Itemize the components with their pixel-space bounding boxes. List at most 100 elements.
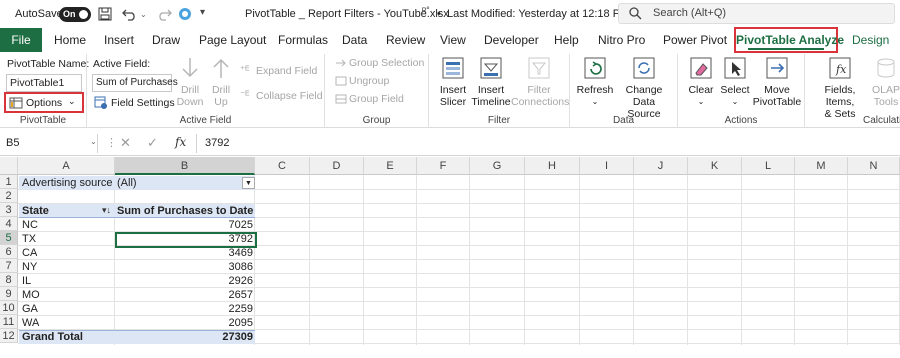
column-header-g[interactable]: G	[470, 157, 525, 175]
column-header-l[interactable]: L	[742, 157, 795, 175]
autosave-toggle[interactable]: On	[59, 7, 91, 22]
options-button[interactable]: Options ⌄	[4, 92, 84, 113]
tab-view[interactable]: View	[440, 28, 466, 52]
row-header-12[interactable]: 12	[0, 329, 18, 343]
expand-field-button[interactable]: Expand Field	[256, 65, 317, 77]
column-header-f[interactable]: F	[417, 157, 470, 175]
save-icon[interactable]	[98, 7, 112, 24]
row-header-5[interactable]: 5	[0, 231, 18, 245]
enter-icon[interactable]: ✓	[147, 135, 158, 151]
tab-draw[interactable]: Draw	[152, 28, 180, 52]
tab-developer[interactable]: Developer	[484, 28, 539, 52]
tab-formulas[interactable]: Formulas	[278, 28, 328, 52]
separator-dot: •	[437, 8, 441, 20]
tab-insert[interactable]: Insert	[104, 28, 134, 52]
column-header-e[interactable]: E	[364, 157, 417, 175]
more-icon[interactable]: ▾	[200, 7, 205, 18]
search-box[interactable]: Search (Alt+Q)	[618, 3, 895, 24]
tab-power-pivot[interactable]: Power Pivot	[663, 28, 727, 52]
clear-button[interactable]: Clear ⌄	[684, 56, 718, 108]
column-header-h[interactable]: H	[525, 157, 580, 175]
insert-timeline-button[interactable]: Insert Timeline	[471, 56, 511, 108]
column-header-d[interactable]: D	[310, 157, 364, 175]
insert-function-icon[interactable]: fx	[175, 135, 186, 149]
fields-items-sets-button[interactable]: fx Fields, Items, & Sets	[809, 56, 871, 120]
tab-page-layout[interactable]: Page Layout	[199, 28, 266, 52]
group-field-button[interactable]: Group Field	[349, 93, 404, 105]
name-box-dropdown-icon[interactable]: ⌄	[90, 137, 97, 146]
formula-input[interactable]: 3792	[196, 134, 896, 153]
tab-home[interactable]: Home	[54, 28, 86, 52]
refresh-dropdown-icon: ⌄	[591, 97, 599, 106]
pivottable-name-input[interactable]: PivotTable1	[6, 74, 82, 92]
tab-data[interactable]: Data	[342, 28, 367, 52]
group-group: Group Selection Ungroup Group Field Grou…	[325, 54, 429, 128]
undo-dropdown-icon[interactable]: ⌄	[140, 10, 147, 19]
filter-dropdown-button[interactable]: ▼	[242, 177, 255, 189]
row-header-6[interactable]: 6	[0, 245, 18, 259]
group-selection-button[interactable]: Group Selection	[349, 57, 424, 69]
select-button[interactable]: Select ⌄	[718, 56, 752, 108]
group-actions: Clear ⌄ Select ⌄ Move PivotTable Actions	[678, 54, 805, 128]
gridline-v	[847, 175, 848, 345]
olap-tools-button[interactable]: OLAP Tools	[871, 56, 900, 108]
column-header-m[interactable]: M	[795, 157, 848, 175]
tab-design[interactable]: Design	[852, 28, 889, 52]
redo-icon[interactable]	[156, 7, 172, 24]
tab-pivottable-analyze[interactable]: PivotTable Analyze	[734, 27, 844, 53]
active-field-input[interactable]: Sum of Purchases	[92, 74, 178, 92]
tab-review[interactable]: Review	[386, 28, 425, 52]
row-header-1[interactable]: 1	[0, 175, 18, 189]
sort-filter-icon[interactable]: ▾↓	[102, 205, 111, 216]
drill-up-button[interactable]: Drill Up	[207, 56, 235, 108]
group-label-data: Data	[612, 115, 635, 126]
tab-help[interactable]: Help	[554, 28, 579, 52]
fields-items-sets-icon: fx	[827, 56, 853, 80]
column-header-n[interactable]: N	[848, 157, 900, 175]
insert-slicer-button[interactable]: Insert Slicer	[435, 56, 471, 108]
tab-file[interactable]: File	[0, 28, 42, 52]
expand-field-icon: ⁺ᴱ	[240, 65, 250, 76]
sensitivity-icon[interactable]: ᴿ˚	[422, 7, 430, 18]
move-pivottable-button[interactable]: Move PivotTable	[752, 56, 802, 108]
collapse-field-button[interactable]: Collapse Field	[256, 90, 323, 102]
select-icon	[722, 56, 748, 80]
row-header-10[interactable]: 10	[0, 301, 18, 315]
tab-nitro-pro[interactable]: Nitro Pro	[598, 28, 645, 52]
group-pivottable: PivotTable Name: PivotTable1 Options ⌄ P…	[0, 54, 89, 128]
drill-down-button[interactable]: Drill Down	[175, 56, 205, 108]
name-box[interactable]: B5	[2, 134, 98, 153]
row-header-2[interactable]: 2	[0, 189, 18, 203]
row-header-3[interactable]: 3	[0, 203, 18, 217]
options-icon	[9, 96, 23, 113]
column-header-j[interactable]: J	[634, 157, 688, 175]
cancel-icon[interactable]: ✕	[120, 135, 131, 151]
column-header-i[interactable]: I	[580, 157, 634, 175]
column-header-k[interactable]: K	[688, 157, 742, 175]
column-header-b[interactable]: B	[115, 157, 255, 175]
row-header-9[interactable]: 9	[0, 287, 18, 301]
filter-connections-button[interactable]: Filter Connections	[511, 56, 569, 108]
filter-connections-icon	[526, 56, 552, 80]
ungroup-button[interactable]: Ungroup	[349, 75, 389, 87]
change-data-source-button[interactable]: Change Data Source	[614, 56, 674, 120]
worksheet[interactable]: ABCDEFGHIJKLMN 1 2 3 4 5 6 7 8 9 10 11 12 Advertisi…	[0, 157, 900, 345]
gridline-v	[524, 175, 525, 345]
clear-icon	[688, 56, 714, 80]
drill-down-icon	[177, 56, 203, 80]
row-header-7[interactable]: 7	[0, 259, 18, 273]
olap-tools-icon	[873, 56, 899, 80]
column-header-c[interactable]: C	[255, 157, 310, 175]
customize-icon[interactable]	[178, 7, 192, 24]
column-header-a[interactable]: A	[18, 157, 115, 175]
selected-cell[interactable]	[115, 232, 257, 248]
refresh-button[interactable]: Refresh ⌄	[576, 56, 614, 108]
row-header-8[interactable]: 8	[0, 273, 18, 287]
row-header-4[interactable]: 4	[0, 217, 18, 231]
field-settings-button[interactable]: Field Settings	[111, 97, 175, 109]
row-header-11[interactable]: 11	[0, 315, 18, 329]
undo-icon[interactable]	[122, 7, 138, 24]
pivot-row-state: MO	[22, 289, 40, 301]
select-all-corner[interactable]	[0, 157, 18, 175]
ribbon-tabs: File Home Insert Draw Page Layout Formul…	[0, 27, 900, 54]
